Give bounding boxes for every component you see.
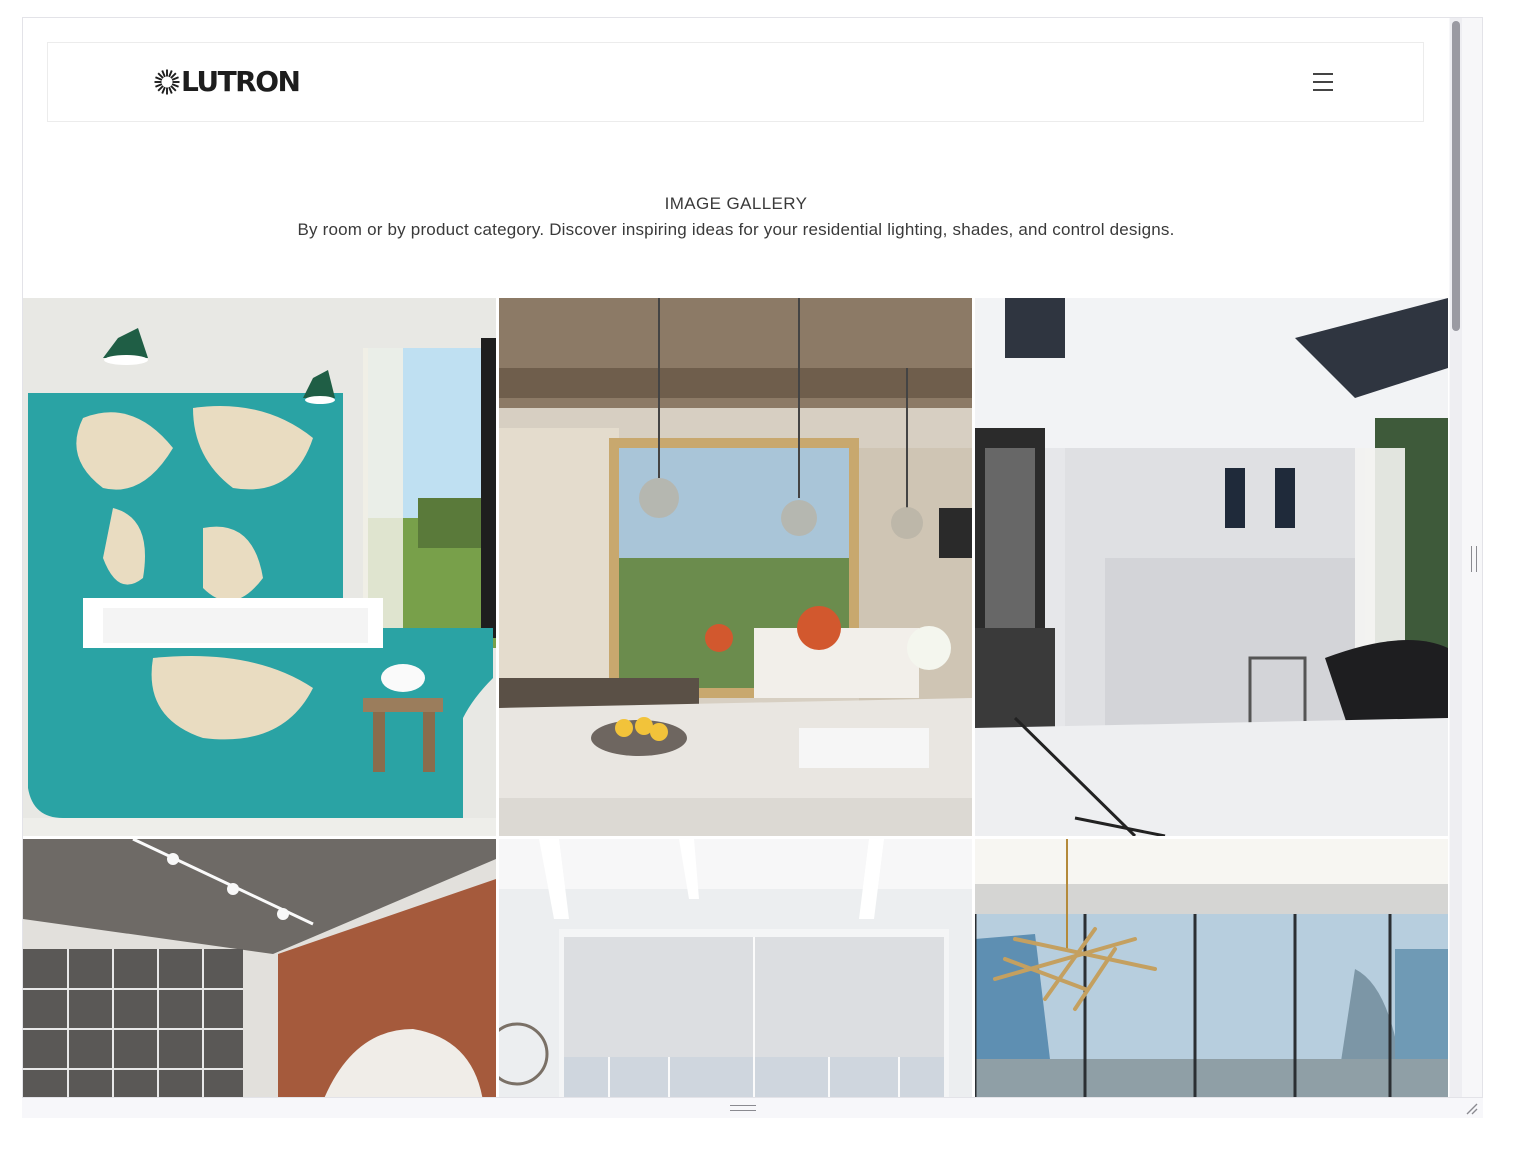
page-viewport: LUTRON IMAGE GALLERY By room or by produ… xyxy=(23,18,1449,1097)
site-header: LUTRON xyxy=(47,42,1424,122)
hamburger-menu-icon[interactable] xyxy=(1311,70,1335,94)
gallery-image-loft[interactable] xyxy=(23,839,496,1097)
bottom-resize-handle-icon[interactable] xyxy=(730,1105,756,1111)
scrollbar-thumb[interactable] xyxy=(1452,21,1460,331)
gallery-image-highrise-living[interactable] xyxy=(975,839,1448,1097)
gallery-image-roller-shades[interactable] xyxy=(499,839,972,1097)
logo-wordmark: LUTRON xyxy=(181,65,301,98)
page-subtitle: By room or by product category. Discover… xyxy=(297,220,1175,239)
browser-frame: LUTRON IMAGE GALLERY By room or by produ… xyxy=(22,17,1483,1098)
gallery-image-kitchen[interactable] xyxy=(499,298,972,836)
page-title: IMAGE GALLERY xyxy=(664,194,808,213)
side-resize-handle-icon[interactable] xyxy=(1471,546,1477,572)
gallery-image-marble-bathroom[interactable] xyxy=(975,298,1448,836)
corner-resize-grip-icon[interactable] xyxy=(1465,1102,1478,1115)
sunburst-logo-icon xyxy=(154,69,180,95)
gallery-intro: IMAGE GALLERY By room or by product cate… xyxy=(23,193,1449,241)
lutron-logo[interactable]: LUTRON xyxy=(154,65,301,98)
bottom-resize-bar xyxy=(22,1098,1483,1118)
gallery-image-bathroom-map[interactable] xyxy=(23,298,496,836)
